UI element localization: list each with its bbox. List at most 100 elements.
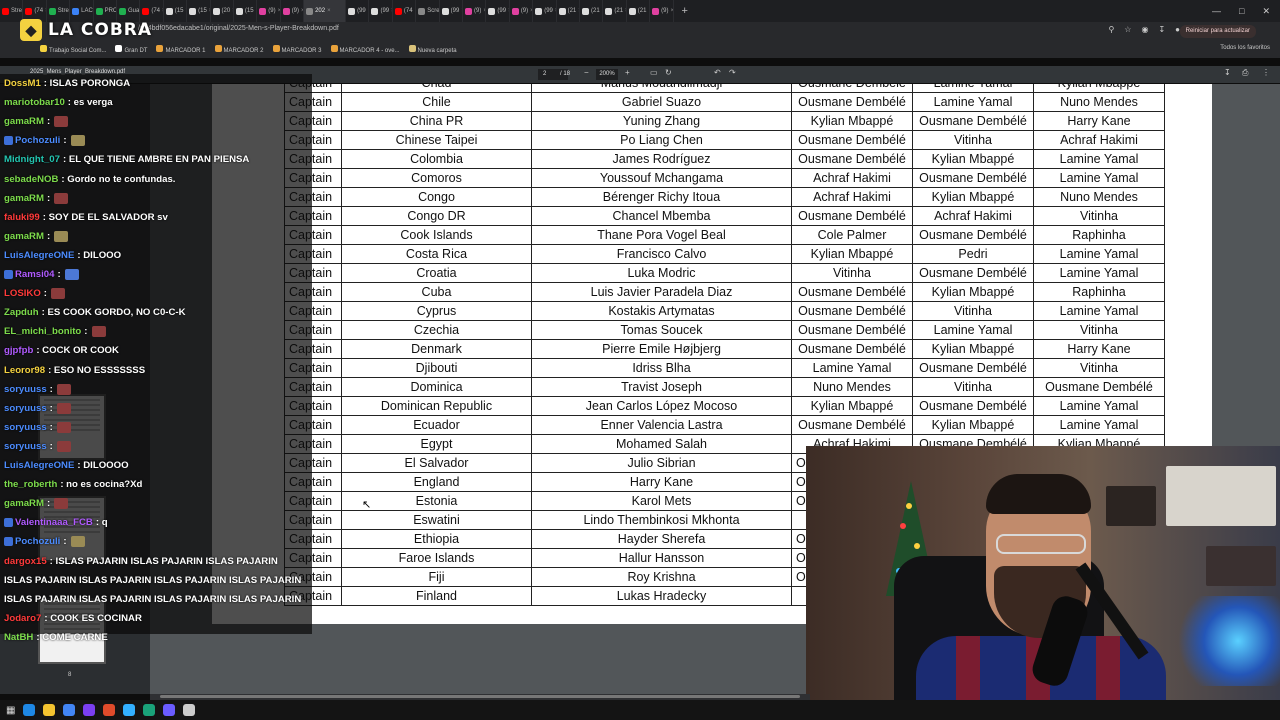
chat-username: Pochozuli xyxy=(15,536,61,548)
vote-2-cell: Kylian Mbappé xyxy=(912,339,1034,359)
tab-close-icon[interactable]: × xyxy=(327,8,331,14)
bookmark-item[interactable]: Nueva carpeta xyxy=(408,45,457,54)
bookmark-item[interactable]: MARCADOR 4 - ove... xyxy=(330,45,400,54)
vote-3-cell: Lamine Yamal xyxy=(1033,244,1165,264)
scrollbar-thumb[interactable] xyxy=(160,695,800,698)
chat-message: NatBH: COME CARNE xyxy=(4,632,108,644)
browser-tab[interactable]: (21× xyxy=(627,0,651,22)
print-icon[interactable]: ⎙ xyxy=(1242,68,1248,78)
browser-tab[interactable]: (9)× xyxy=(650,0,674,22)
taskbar-app-icon[interactable] xyxy=(23,704,36,716)
browser-tab[interactable]: (99× xyxy=(486,0,510,22)
zoom-icon[interactable]: ⚲ xyxy=(1108,25,1114,34)
captain-name-cell: Gabriel Suazo xyxy=(531,92,792,112)
vote-2-cell: Ousmane Dembélé xyxy=(912,111,1034,131)
browser-tab[interactable]: (21× xyxy=(603,0,627,22)
bookmark-item[interactable]: MARCADOR 2 xyxy=(214,45,264,54)
vote-3-cell: Vitinha xyxy=(1033,358,1165,378)
more-options-icon[interactable]: ⋮ xyxy=(1262,68,1270,77)
chat-emote-icon xyxy=(64,269,79,280)
vote-1-cell: Ousmane Dembélé xyxy=(791,92,913,112)
browser-tab[interactable]: (9)× xyxy=(257,0,281,22)
star-icon[interactable]: ☆ xyxy=(1124,25,1131,34)
browser-tab[interactable]: 202 × xyxy=(304,0,347,22)
chat-message: soryuuss: xyxy=(4,421,71,434)
bookmark-item[interactable]: MARCADOR 3 xyxy=(272,45,322,54)
browser-tab[interactable]: (15× xyxy=(234,0,258,22)
update-button[interactable]: Reiniciar para actualizar xyxy=(1179,25,1256,38)
rotate-icon[interactable]: ↻ xyxy=(665,68,672,77)
table-row: CaptainCyprusKostakis ArtymatasOusmane D… xyxy=(284,301,1165,321)
fit-page-icon[interactable]: ▭ xyxy=(650,68,658,77)
download-icon[interactable]: ↧ xyxy=(1158,25,1165,34)
browser-tab[interactable]: (9)× xyxy=(510,0,534,22)
bookmark-label: Trabajo Social Com... xyxy=(49,48,107,54)
table-row: CaptainComorosYoussouf MchangamaAchraf H… xyxy=(284,168,1165,188)
chat-message: EL_michi_bonito: xyxy=(4,326,106,338)
chat-text: : COME CARNE xyxy=(36,631,108,643)
bookmark-item[interactable]: Trabajo Social Com... xyxy=(40,45,106,54)
table-row: CaptainCroatiaLuka ModricVitinhaOusmane … xyxy=(284,263,1165,283)
subscriber-badge-icon xyxy=(4,136,13,146)
zoom-out-icon[interactable]: − xyxy=(584,68,589,77)
browser-tab[interactable]: (9)× xyxy=(281,0,305,22)
taskbar-app-icon[interactable] xyxy=(83,704,96,716)
vote-2-cell: Kylian Mbappé xyxy=(912,282,1034,302)
new-tab-icon[interactable]: + xyxy=(674,5,696,17)
taskbar-app-icon[interactable] xyxy=(183,704,196,716)
close-icon[interactable]: ✕ xyxy=(1262,6,1270,17)
chat-message: Zapduh: ES COOK GORDO, NO C0-C-K xyxy=(4,307,186,319)
undo-icon[interactable]: ↶ xyxy=(714,68,721,77)
zoom-input[interactable]: 200% xyxy=(596,69,618,80)
browser-tab[interactable]: (99× xyxy=(533,0,557,22)
taskbar-app-icon[interactable] xyxy=(143,704,156,716)
browser-tab[interactable]: (20× xyxy=(211,0,234,22)
browser-tab[interactable]: (99× xyxy=(369,0,393,22)
download-pdf-icon[interactable]: ↧ xyxy=(1224,68,1231,77)
browser-tab[interactable]: Scre× xyxy=(416,0,440,22)
tab-label: LAC xyxy=(81,8,93,14)
browser-tab[interactable]: (99× xyxy=(440,0,464,22)
taskbar-app-icon[interactable] xyxy=(103,704,116,716)
browser-tab[interactable]: (99× xyxy=(346,0,370,22)
chat-message: ISLAS PAJARIN ISLAS PAJARIN ISLAS PAJARI… xyxy=(4,575,301,587)
chat-message: LOSIKO: xyxy=(4,288,65,300)
redo-icon[interactable]: ↷ xyxy=(729,68,736,77)
minimize-icon[interactable]: — xyxy=(1212,6,1221,16)
taskbar-app-icon[interactable] xyxy=(63,704,76,716)
taskbar-app-icon[interactable] xyxy=(163,704,176,716)
bookmark-label: MARCADOR 4 - ove... xyxy=(339,48,400,54)
maximize-icon[interactable]: □ xyxy=(1239,6,1244,16)
tab-favicon-icon xyxy=(628,7,636,15)
country-cell: Chad xyxy=(341,84,532,93)
browser-tab[interactable]: (21× xyxy=(580,0,604,22)
taskbar-app-icon[interactable] xyxy=(43,704,56,716)
vote-2-cell: Ousmane Dembélé xyxy=(912,396,1034,416)
table-row: CaptainCosta RicaFrancisco CalvoKylian M… xyxy=(284,244,1165,264)
extension-icon[interactable]: ◉ xyxy=(1141,25,1148,34)
browser-tab[interactable]: (15× xyxy=(187,0,211,22)
tab-favicon-icon xyxy=(394,7,402,15)
table-row: CaptainColombiaJames RodríguezOusmane De… xyxy=(284,149,1165,169)
vote-3-cell: Harry Kane xyxy=(1033,339,1165,359)
windows-start-icon[interactable]: ▦ xyxy=(6,705,15,716)
country-cell: Faroe Islands xyxy=(341,548,532,568)
vote-1-cell: Vitinha xyxy=(791,263,913,283)
vote-3-cell: Lamine Yamal xyxy=(1033,301,1165,321)
country-cell: China PR xyxy=(341,111,532,131)
tab-label: (21 xyxy=(590,8,600,14)
browser-tab[interactable]: (15× xyxy=(164,0,188,22)
chat-message: faluki99: SOY DE EL SALVADOR sv xyxy=(4,212,168,224)
taskbar-app-icon[interactable] xyxy=(123,704,136,716)
bookmark-item[interactable]: Gran DT xyxy=(115,45,147,54)
url-field[interactable]: /m/4bdf056edacabe1/original/2025-Men-s-P… xyxy=(138,25,339,32)
browser-tab[interactable]: (21× xyxy=(557,0,580,22)
browser-tab[interactable]: (9)× xyxy=(463,0,487,22)
chat-emote-icon xyxy=(56,383,71,395)
zoom-in-icon[interactable]: + xyxy=(625,68,630,77)
chat-message: soryuuss: xyxy=(4,440,71,453)
vote-3-cell: Lamine Yamal xyxy=(1033,263,1165,283)
bookmark-item[interactable]: MARCADOR 1 xyxy=(156,45,206,54)
all-favorites[interactable]: Todos los favoritos xyxy=(1220,45,1270,51)
browser-tab[interactable]: (74× xyxy=(393,0,417,22)
